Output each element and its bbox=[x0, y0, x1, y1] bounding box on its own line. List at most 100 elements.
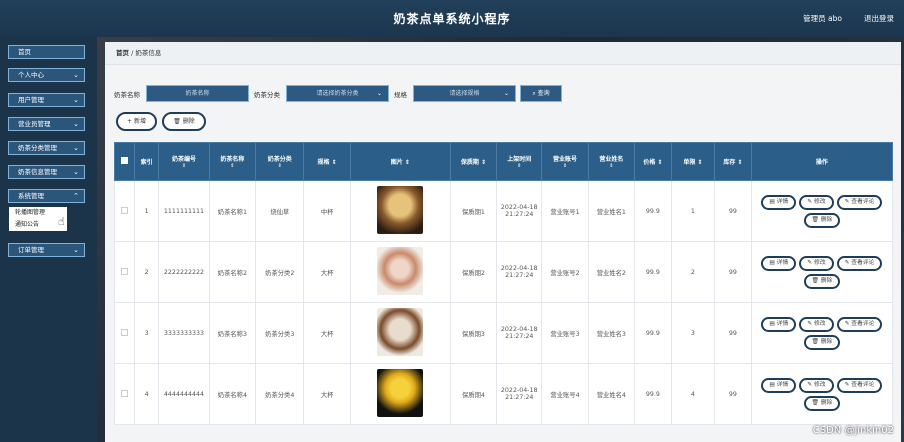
sidebar-item-users[interactable]: 用户管理 ⌄ bbox=[8, 93, 85, 107]
pencil-icon: ✎ bbox=[807, 198, 814, 205]
pointer-cursor-icon: ☝ bbox=[58, 215, 65, 228]
trash-icon: 🗑 bbox=[811, 338, 821, 345]
select-all-checkbox[interactable] bbox=[121, 157, 128, 164]
row-delete-button[interactable]: 🗑 删除 bbox=[803, 212, 841, 228]
column-header-label: 库存 bbox=[723, 159, 736, 166]
view-reviews-button[interactable]: ✎ 查看评论 bbox=[836, 194, 883, 210]
view-reviews-button[interactable]: ✎ 查看评论 bbox=[836, 377, 883, 393]
cell-shelf-life: 保质期3 bbox=[449, 302, 498, 364]
cell-price: 99.9 bbox=[633, 180, 672, 242]
cell-shelf-life: 保质期4 bbox=[449, 363, 498, 425]
sidebar-item-orders[interactable]: 订单管理 ⌄ bbox=[8, 243, 85, 257]
add-button[interactable]: + 新增 bbox=[116, 112, 157, 131]
tea-name-input[interactable]: 奶茶名称 bbox=[146, 85, 249, 102]
app-title: 奶茶点单系统小程序 bbox=[393, 12, 511, 26]
cell-spec: 大杯 bbox=[303, 363, 351, 425]
column-header[interactable]: 上架时间 ⇕ bbox=[496, 142, 543, 181]
chevron-down-icon: ⌄ bbox=[73, 168, 79, 176]
breadcrumb: 首页 / 奶茶信息 bbox=[105, 42, 901, 65]
edit-button[interactable]: ✎ 修改 bbox=[799, 377, 834, 393]
chevron-down-icon: ⌄ bbox=[73, 120, 79, 128]
cell-stock: 99 bbox=[713, 241, 752, 303]
table-row: 3 3333333333 奶茶名称3 奶茶分类3 大杯 保质期3 2022-04-18 21… bbox=[114, 302, 894, 364]
tea-table: 索引 奶茶编号 ⇕ 奶茶名称 ⇕ 奶茶分类 ⇕ 规格 ⇕ 图片 ⇕ 保质期 ⇕ 上架时… bbox=[114, 142, 894, 425]
tea-image bbox=[377, 308, 424, 356]
cell-limit: 2 bbox=[670, 241, 715, 303]
query-button[interactable]: ⌕ 查询 bbox=[520, 85, 562, 102]
row-delete-button[interactable]: 🗑 删除 bbox=[803, 273, 841, 289]
column-header[interactable]: 价格 ⇕ bbox=[633, 142, 672, 181]
row-checkbox[interactable] bbox=[121, 389, 128, 397]
cell-index: 3 bbox=[133, 302, 160, 364]
detail-button[interactable]: ▤ 详情 bbox=[761, 377, 797, 393]
sort-icon: ⇕ bbox=[277, 163, 282, 169]
sidebar-item-tea-info[interactable]: 奶茶信息管理 ⌄ bbox=[8, 165, 85, 179]
column-header[interactable]: 保质期 ⇕ bbox=[449, 142, 498, 181]
document-icon: ▤ bbox=[769, 381, 777, 388]
column-header[interactable]: 营业姓名 ⇕ bbox=[587, 142, 635, 181]
detail-button[interactable]: ▤ 详情 bbox=[761, 255, 797, 271]
cell-category: 奶茶分类3 bbox=[255, 302, 305, 364]
detail-button[interactable]: ▤ 详情 bbox=[761, 194, 797, 210]
cell-code: 3333333333 bbox=[158, 302, 210, 364]
column-header[interactable]: 奶茶名称 ⇕ bbox=[208, 142, 257, 181]
cell-listed-time: 2022-04-18 21:27:24 bbox=[496, 241, 543, 303]
category-select[interactable]: 请选择奶茶分类 ⌄ bbox=[286, 85, 389, 102]
edit-button[interactable]: ✎ 修改 bbox=[799, 194, 834, 210]
document-icon: ▤ bbox=[769, 259, 777, 266]
cell-account: 营业账号1 bbox=[541, 180, 589, 242]
edit-button[interactable]: ✎ 修改 bbox=[799, 255, 834, 271]
view-reviews-button[interactable]: ✎ 查看评论 bbox=[836, 255, 883, 271]
chevron-down-icon: ⌄ bbox=[73, 144, 79, 152]
view-reviews-button-label: 查看评论 bbox=[851, 259, 875, 266]
sort-icon: ⇕ bbox=[517, 163, 522, 169]
spec-select[interactable]: 请选择规格 ⌄ bbox=[413, 85, 516, 102]
row-checkbox[interactable] bbox=[121, 206, 128, 214]
cell-category: 奶茶分类2 bbox=[255, 241, 305, 303]
breadcrumb-home[interactable]: 首页 bbox=[116, 49, 129, 57]
cell-shelf-life: 保质期1 bbox=[449, 180, 498, 242]
table-row: 2 2222222222 奶茶名称2 奶茶分类2 大杯 保质期2 2022-04-18 21… bbox=[114, 241, 894, 303]
view-reviews-button-label: 查看评论 bbox=[851, 198, 875, 205]
detail-button[interactable]: ▤ 详情 bbox=[761, 316, 797, 332]
column-header[interactable]: 奶茶分类 ⇕ bbox=[255, 142, 305, 181]
row-delete-button-label: 删除 bbox=[820, 277, 833, 284]
cell-account: 营业账号2 bbox=[541, 241, 589, 303]
sidebar-item-home[interactable]: 首页 bbox=[8, 45, 85, 59]
sidebar-item-staff[interactable]: 营业员管理 ⌄ bbox=[8, 117, 85, 131]
cell-name: 奶茶名称4 bbox=[208, 363, 257, 425]
column-header[interactable]: 单限 ⇕ bbox=[670, 142, 715, 181]
column-header[interactable]: 营业账号 ⇕ bbox=[541, 142, 589, 181]
row-checkbox[interactable] bbox=[121, 267, 128, 275]
sidebar-item-tea-category[interactable]: 奶茶分类管理 ⌄ bbox=[8, 141, 85, 155]
view-reviews-button[interactable]: ✎ 查看评论 bbox=[836, 316, 883, 332]
column-header[interactable]: 规格 ⇕ bbox=[303, 142, 351, 181]
watermark: CSDN @jinkin02 bbox=[812, 425, 894, 436]
cell-category: 烧仙草 bbox=[255, 180, 305, 242]
category-label: 奶茶分类 bbox=[254, 91, 280, 99]
sidebar-item-profile[interactable]: 个人中心 ⌄ bbox=[8, 68, 85, 82]
edit-button-label: 修改 bbox=[813, 259, 826, 266]
row-delete-button-label: 删除 bbox=[820, 399, 833, 406]
cell-actions: ▤ 详情 ✎ 修改 ✎ 查看评论 🗑 删除 bbox=[750, 180, 894, 242]
cell-limit: 1 bbox=[670, 180, 715, 242]
row-delete-button[interactable]: 🗑 删除 bbox=[803, 334, 841, 350]
cell-name: 奶茶名称3 bbox=[208, 302, 257, 364]
row-checkbox[interactable] bbox=[121, 328, 128, 336]
category-select-value: 请选择奶茶分类 bbox=[316, 90, 359, 97]
cell-limit: 3 bbox=[670, 302, 715, 364]
view-reviews-button-label: 查看评论 bbox=[851, 320, 875, 327]
detail-button-label: 详情 bbox=[776, 320, 789, 327]
logout-link[interactable]: 退出登录 bbox=[864, 13, 894, 24]
sidebar-item-system[interactable]: 系统管理 ⌃ bbox=[8, 189, 85, 203]
bulk-delete-button[interactable]: 🗑 删除 bbox=[162, 112, 206, 131]
cell-code: 4444444444 bbox=[158, 363, 210, 425]
edit-button[interactable]: ✎ 修改 bbox=[799, 316, 834, 332]
row-delete-button[interactable]: 🗑 删除 bbox=[803, 395, 841, 411]
column-header-label: 奶茶分类 bbox=[267, 156, 292, 163]
cell-code: 1111111111 bbox=[158, 180, 210, 242]
column-header[interactable]: 图片 ⇕ bbox=[349, 142, 451, 181]
column-header[interactable]: 奶茶编号 ⇕ bbox=[158, 142, 210, 181]
column-header[interactable]: 库存 ⇕ bbox=[713, 142, 752, 181]
column-header-label: 规格 bbox=[317, 159, 330, 166]
